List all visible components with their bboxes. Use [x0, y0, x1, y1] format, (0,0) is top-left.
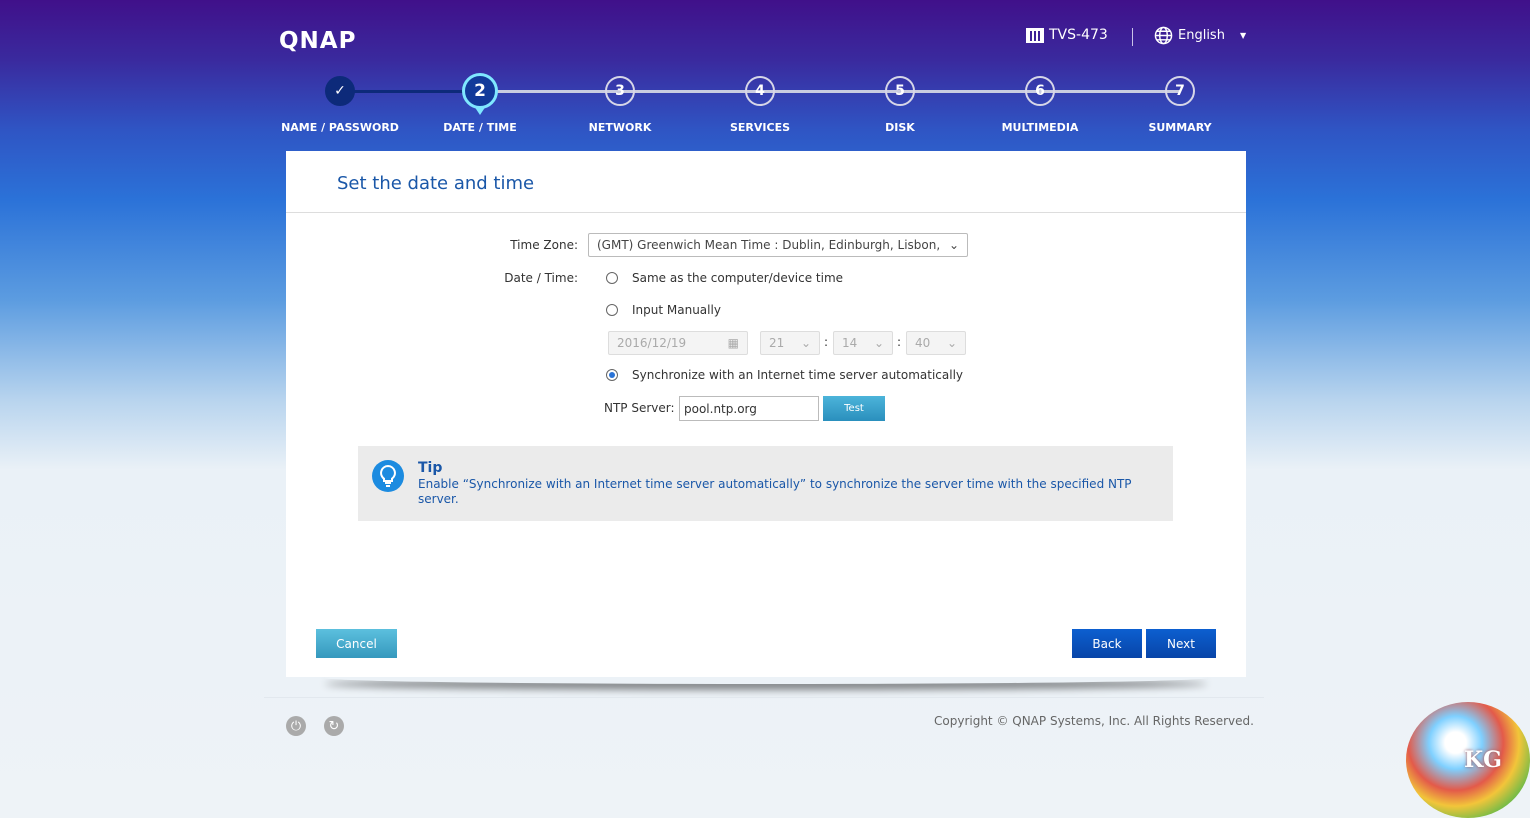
- chevron-down-icon: ⌄: [873, 336, 884, 350]
- qnap-logo: QNAP: [279, 28, 357, 54]
- cancel-button[interactable]: Cancel: [316, 629, 397, 658]
- step-label: MULTIMEDIA: [1001, 121, 1079, 134]
- date-value: 2016/12/19: [617, 336, 687, 350]
- chevron-down-icon: ⌄: [946, 336, 957, 350]
- chevron-down-icon: ⌄: [800, 336, 811, 350]
- step-7: 7: [1165, 76, 1195, 106]
- model-name: TVS-473: [1049, 27, 1108, 43]
- radio-input-manually[interactable]: [606, 304, 618, 316]
- step-6: 6: [1025, 76, 1055, 106]
- step-label: DISK: [885, 121, 915, 134]
- second-select[interactable]: 40 ⌄: [906, 331, 966, 355]
- wizard-panel: Set the date and time Time Zone: (GMT) G…: [286, 151, 1246, 677]
- progress-line-done: [340, 90, 480, 93]
- watermark-logo: KG: [1406, 702, 1530, 818]
- timezone-label: Time Zone:: [510, 238, 578, 252]
- minute-value: 14: [842, 336, 858, 350]
- ntp-label: NTP Server:: [604, 401, 675, 415]
- second-value: 40: [915, 336, 931, 350]
- restart-icon[interactable]: ↻: [324, 716, 344, 736]
- step-label: DATE / TIME: [443, 121, 517, 134]
- step-1-check-icon: ✓: [325, 76, 355, 106]
- page-title: Set the date and time: [337, 173, 535, 194]
- next-button[interactable]: Next: [1146, 629, 1216, 658]
- radio-same-as-device[interactable]: [606, 272, 618, 284]
- tip-box: Tip Enable “Synchronize with an Internet…: [358, 446, 1173, 521]
- step-3: 3: [605, 76, 635, 106]
- hour-value: 21: [769, 336, 785, 350]
- language-label: English: [1178, 28, 1225, 43]
- date-input[interactable]: 2016/12/19 ▦: [608, 331, 748, 355]
- progress-line-pending: [480, 90, 1180, 93]
- current-step-pointer: [474, 106, 486, 115]
- timezone-select[interactable]: (GMT) Greenwich Mean Time : Dublin, Edin…: [588, 233, 968, 257]
- divider: [286, 212, 1246, 213]
- chevron-down-icon: ⌄: [948, 238, 959, 252]
- time-separator: :: [824, 335, 829, 349]
- model-info: TVS-473: [1026, 27, 1108, 43]
- watermark-text: KG: [1464, 747, 1502, 773]
- hour-select[interactable]: 21 ⌄: [760, 331, 820, 355]
- radio-sync-ntp[interactable]: [606, 369, 618, 381]
- step-label: NETWORK: [588, 121, 652, 134]
- minute-select[interactable]: 14 ⌄: [833, 331, 893, 355]
- globe-icon: [1154, 26, 1173, 45]
- ntp-server-input[interactable]: [679, 396, 819, 421]
- time-separator: :: [897, 335, 902, 349]
- option-label: Input Manually: [632, 303, 721, 317]
- tip-title: Tip: [418, 460, 443, 476]
- step-5: 5: [885, 76, 915, 106]
- step-2: 2: [462, 73, 498, 109]
- chevron-down-icon: ▼: [1239, 31, 1247, 40]
- nas-icon: [1026, 27, 1044, 43]
- option-label: Same as the computer/device time: [632, 271, 844, 285]
- back-button[interactable]: Back: [1072, 629, 1142, 658]
- step-label: NAME / PASSWORD: [281, 121, 399, 134]
- tip-text: Enable “Synchronize with an Internet tim…: [418, 477, 1132, 506]
- timezone-value: (GMT) Greenwich Mean Time : Dublin, Edin…: [597, 238, 942, 252]
- step-4: 4: [745, 76, 775, 106]
- option-label: Synchronize with an Internet time server…: [632, 368, 964, 382]
- divider: [264, 697, 1264, 698]
- step-label: SERVICES: [729, 121, 791, 134]
- lightbulb-icon: [372, 460, 404, 492]
- step-label: SUMMARY: [1148, 121, 1212, 134]
- language-dropdown[interactable]: English ▼: [1154, 26, 1246, 45]
- power-icon[interactable]: ⏻: [286, 716, 306, 736]
- test-button[interactable]: Test: [823, 396, 885, 421]
- divider: [1132, 28, 1133, 46]
- datetime-label: Date / Time:: [504, 271, 578, 285]
- copyright: Copyright © QNAP Systems, Inc. All Right…: [934, 714, 1254, 728]
- calendar-icon: ▦: [727, 336, 739, 350]
